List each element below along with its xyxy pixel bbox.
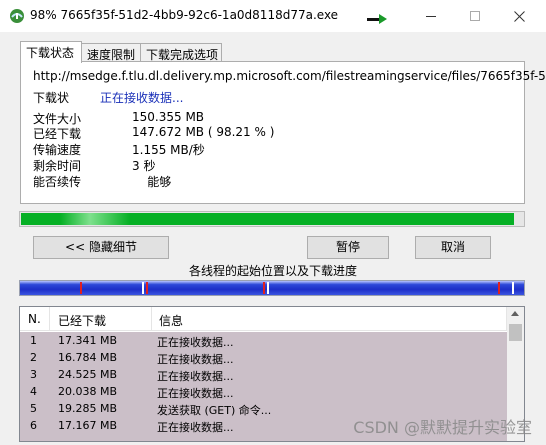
transfer-rate-value: 1.155 MB/秒 [132, 143, 205, 157]
file-size-value: 150.355 MB [132, 110, 205, 124]
row-number: 5 [30, 402, 37, 415]
thread-list-header: N. 已经下载 信息 [20, 307, 507, 331]
row-downloaded: 24.525 MB [58, 368, 118, 381]
table-row[interactable]: 1 17.341 MB 正在接收数据... [20, 333, 507, 350]
column-header-info[interactable]: 信息 [159, 312, 183, 329]
table-row[interactable]: 3 24.525 MB 正在接收数据... [20, 367, 507, 384]
close-icon [513, 10, 525, 22]
progress-fill [21, 213, 514, 225]
thread-marker [267, 282, 269, 294]
row-info: 正在接收数据... [157, 387, 234, 400]
pause-button[interactable]: 暂停 [307, 236, 389, 259]
row-downloaded: 16.784 MB [58, 351, 118, 364]
downloaded-value: 147.672 MB ( 98.21 % ) [132, 125, 275, 139]
close-button[interactable] [496, 0, 542, 32]
status-label: 下载状 [33, 91, 70, 105]
row-number: 6 [30, 419, 37, 432]
tab-download-status[interactable]: 下载状态 [20, 41, 82, 63]
row-downloaded: 20.038 MB [58, 385, 118, 398]
row-number: 1 [30, 334, 37, 347]
tab-speed-limit[interactable]: 速度限制 [81, 43, 141, 62]
resume-capability-label: 能否续传 [33, 175, 82, 189]
transfer-rate-label: 传输速度 [33, 143, 82, 157]
minimize-icon [426, 15, 436, 17]
thread-marker [512, 282, 514, 294]
thread-marker [146, 282, 148, 294]
downloaded-label: 已经下载 [33, 127, 82, 141]
row-downloaded: 17.341 MB [58, 334, 118, 347]
thread-marker [263, 282, 265, 294]
status-panel: http://msedge.f.tlu.dl.delivery.mp.micro… [20, 61, 546, 204]
window-title: 98% 7665f35f-51d2-4bb9-92c6-1a0d8118d77a… [30, 8, 339, 22]
minimize-button[interactable] [408, 0, 454, 32]
status-value: 正在接收数据... [100, 91, 184, 105]
watermark: CSDN @默默提升实验室 [353, 418, 532, 437]
column-divider[interactable] [49, 307, 50, 331]
download-url: http://msedge.f.tlu.dl.delivery.mp.micro… [33, 69, 546, 83]
thread-marker [142, 282, 144, 294]
row-info: 正在接收数据... [157, 370, 234, 383]
column-header-downloaded[interactable]: 已经下载 [58, 312, 106, 329]
download-progress-bar [19, 211, 525, 227]
row-number: 2 [30, 351, 37, 364]
column-divider[interactable] [151, 307, 152, 331]
table-row[interactable]: 4 20.038 MB 正在接收数据... [20, 384, 507, 401]
row-downloaded: 19.285 MB [58, 402, 118, 415]
thread-progress-bar [19, 280, 525, 296]
scroll-up-icon[interactable] [511, 311, 519, 316]
thread-marker [80, 282, 82, 294]
speed-arrow-icon [367, 14, 387, 24]
row-info: 发送获取 (GET) 命令... [157, 404, 272, 417]
idm-app-icon[interactable] [9, 8, 25, 24]
row-number: 3 [30, 368, 37, 381]
hide-details-button[interactable]: << 隐藏细节 [33, 236, 169, 259]
row-info: 正在接收数据... [157, 336, 234, 349]
row-number: 4 [30, 385, 37, 398]
title-bar: 98% 7665f35f-51d2-4bb9-92c6-1a0d8118d77a… [0, 0, 546, 32]
threads-caption: 各线程的起始位置以及下载进度 [188, 264, 357, 278]
row-info: 正在接收数据... [157, 421, 234, 434]
column-header-number[interactable]: N. [28, 312, 41, 326]
row-downloaded: 17.167 MB [58, 419, 118, 432]
thread-marker [498, 282, 500, 294]
cancel-button[interactable]: 取消 [415, 236, 491, 259]
scroll-thumb[interactable] [509, 324, 522, 341]
row-info: 正在接收数据... [157, 353, 234, 366]
tab-completion-options[interactable]: 下载完成选项 [140, 43, 222, 62]
time-left-value: 3 秒 [132, 159, 156, 173]
time-left-label: 剩余时间 [33, 159, 82, 173]
table-row[interactable]: 2 16.784 MB 正在接收数据... [20, 350, 507, 367]
maximize-button[interactable] [452, 0, 498, 32]
resume-capability-value: 能够 [132, 175, 172, 189]
maximize-icon [470, 11, 480, 21]
